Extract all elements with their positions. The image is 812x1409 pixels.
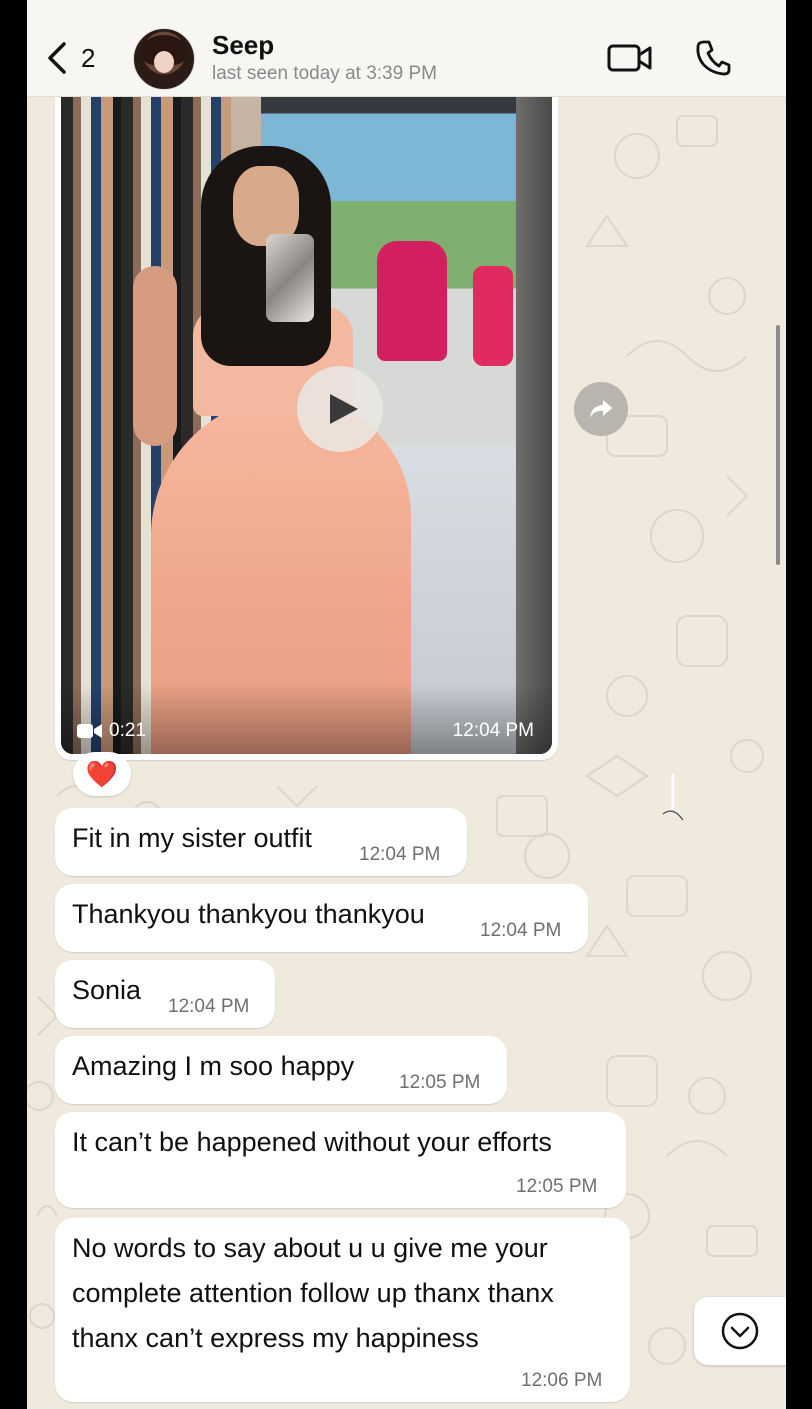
small-doodle-icon [662, 774, 685, 821]
message-text: Fit in my sister outfit [72, 823, 313, 853]
scroll-to-bottom-button[interactable] [694, 1297, 786, 1365]
heart-reaction[interactable]: ❤️ [73, 752, 131, 796]
message-bubble[interactable]: Sonia 12:04 PM [55, 960, 275, 1028]
message-time: 12:04 PM [480, 920, 562, 941]
forward-arrow-icon [590, 400, 612, 418]
message-time: 12:05 PM [399, 1072, 481, 1093]
message-time: 12:04 PM [359, 844, 441, 865]
back-chevron-icon [48, 42, 66, 74]
message-text: Sonia [72, 975, 142, 1005]
message-time: 12:05 PM [516, 1176, 598, 1197]
contact-name[interactable]: Seep [212, 30, 274, 61]
chat-header: 2 Seep last seen today at 3:39 PM [27, 0, 786, 97]
video-duration-text: 0:21 [109, 720, 146, 741]
chevron-down-icon [721, 1312, 759, 1350]
scrollbar[interactable] [776, 325, 780, 565]
message-bubble[interactable]: No words to say about u u give me your c… [55, 1218, 630, 1402]
message-bubble[interactable]: Thankyou thankyou thankyou 12:04 PM [55, 884, 588, 952]
video-call-icon[interactable] [607, 42, 653, 74]
message-text-line: complete attention follow up thanx thanx [72, 1278, 554, 1308]
message-text: It can’t be happened without your effort… [72, 1127, 552, 1157]
unread-count: 2 [81, 42, 96, 73]
video-duration: 0:21 [77, 720, 146, 742]
message-bubble[interactable]: Amazing I m soo happy 12:05 PM [55, 1036, 507, 1104]
play-button[interactable] [297, 366, 383, 452]
message-text-line: No words to say about u u give me your [72, 1233, 548, 1263]
back-button[interactable]: 2 [45, 38, 105, 78]
message-text: Amazing I m soo happy [72, 1051, 355, 1081]
video-message[interactable]: 0:21 12:04 PM [55, 96, 558, 760]
message-bubble[interactable]: It can’t be happened without your effort… [55, 1112, 626, 1208]
video-timestamp: 12:04 PM [452, 720, 534, 741]
avatar[interactable] [133, 28, 195, 90]
forward-button[interactable] [574, 382, 628, 436]
video-thumbnail[interactable]: 0:21 12:04 PM [61, 96, 552, 754]
message-text: Thankyou thankyou thankyou [72, 899, 425, 929]
phone-call-icon[interactable] [695, 39, 731, 77]
message-time: 12:04 PM [168, 996, 250, 1017]
message-time: 12:06 PM [521, 1370, 603, 1391]
message-text-line: thanx can’t express my happiness [72, 1323, 479, 1353]
video-camera-icon [77, 724, 102, 738]
last-seen-status: last seen today at 3:39 PM [212, 63, 437, 84]
chat-screen: 2 Seep last seen today at 3:39 PM 0:21 1… [27, 0, 786, 1409]
message-bubble[interactable]: Fit in my sister outfit 12:04 PM [55, 808, 467, 876]
play-icon [330, 394, 358, 424]
